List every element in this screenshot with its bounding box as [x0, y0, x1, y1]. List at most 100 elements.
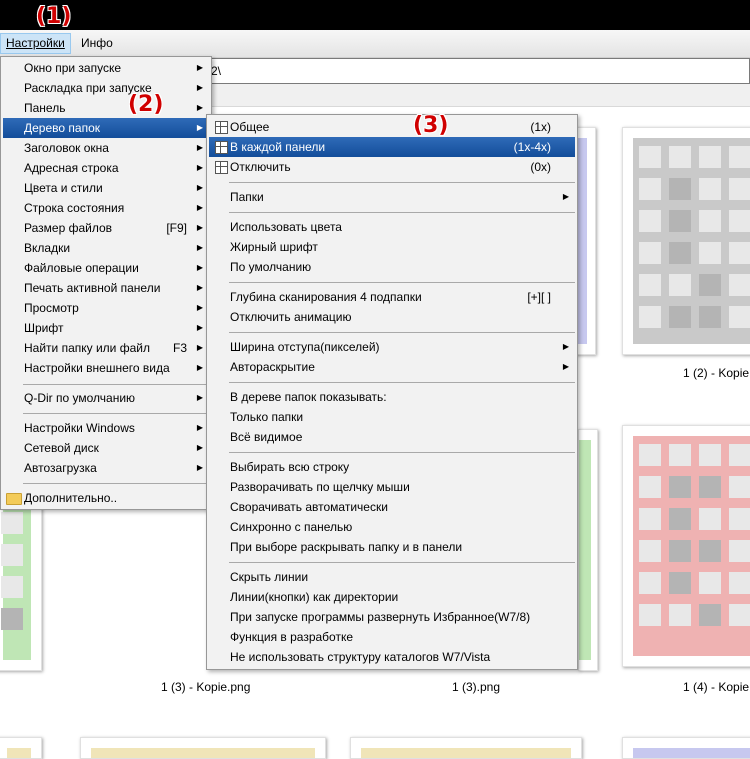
address-bar[interactable]: 2\: [190, 58, 750, 84]
settings-menu-item-3[interactable]: Дерево папок ▶: [3, 118, 209, 138]
caption-1-3-kopie: 1 (3) - Kopie.png: [161, 680, 251, 694]
menu-settings[interactable]: Настройки: [0, 33, 71, 54]
tree-menu-item-0[interactable]: Общее (1x): [209, 117, 575, 137]
thumbnail-grid-cell: [729, 178, 750, 200]
tree-menu-item-5[interactable]: Жирный шрифт: [209, 237, 575, 257]
menu-separator: [229, 282, 575, 283]
submenu-arrow-icon: ▶: [196, 303, 203, 312]
settings-menu-item-19[interactable]: Автозагрузка ▶: [3, 458, 209, 478]
settings-menu-item-12[interactable]: Просмотр ▶: [3, 298, 209, 318]
settings-menu-item-20[interactable]: Дополнительно..: [3, 488, 209, 508]
submenu-arrow-icon: ▶: [196, 443, 203, 452]
tree-menu-item-11[interactable]: В дереве папок показывать:: [209, 387, 575, 407]
menu-item-label: В дереве папок показывать:: [230, 390, 387, 404]
annotation-3: (3): [413, 113, 449, 138]
menu-item-shortcut: (1x): [530, 120, 551, 134]
settings-menu-item-16[interactable]: Q-Dir по умолчанию ▶: [3, 388, 209, 408]
settings-menu-item-14[interactable]: Найти папку или файл F3 ▶: [3, 338, 209, 358]
tree-menu-item-17[interactable]: Синхронно с панелью: [209, 517, 575, 537]
thumbnail-grid-cell: [729, 444, 750, 466]
thumbnail-1-2-kopie[interactable]: [622, 127, 750, 355]
thumbnail-grid-cell: [639, 476, 661, 498]
tree-menu-item-16[interactable]: Сворачивать автоматически: [209, 497, 575, 517]
thumbnail-grid-cell: [699, 210, 721, 232]
thumbnail-grid-cell: [639, 274, 661, 296]
thumbnail-green-right[interactable]: [578, 429, 598, 671]
submenu-arrow-icon: ▶: [196, 183, 203, 192]
tree-menu-item-15[interactable]: Разворачивать по щелчку мыши: [209, 477, 575, 497]
tree-menu-item-19[interactable]: Скрыть линии: [209, 567, 575, 587]
tree-menu-item-10[interactable]: Автораскрытие ▶: [209, 357, 575, 377]
tree-menu-item-12[interactable]: Только папки: [209, 407, 575, 427]
menu-item-label: Не использовать структуру каталогов W7/V…: [230, 650, 491, 664]
menu-item-label: Q-Dir по умолчанию: [24, 391, 136, 405]
thumbnail-grid-cell: [1, 576, 23, 598]
settings-menu-item-6[interactable]: Цвета и стили ▶: [3, 178, 209, 198]
settings-menu-item-4[interactable]: Заголовок окна ▶: [3, 138, 209, 158]
thumbnail-grid-cell: [729, 210, 750, 232]
thumbnail-grid-cell: [729, 572, 750, 594]
menu-item-label: Всё видимое: [230, 430, 303, 444]
caption-1-4-kopie: 1 (4) - Kopie: [683, 680, 750, 694]
settings-menu-item-13[interactable]: Шрифт ▶: [3, 318, 209, 338]
tree-menu-item-2[interactable]: Отключить (0x): [209, 157, 575, 177]
thumbnail-bottom-3[interactable]: [350, 737, 582, 759]
folder-tree-submenu: Общее (1x) В каждой панели (1x-4x) Отключить…: [206, 114, 578, 670]
menu-separator: [229, 562, 575, 563]
menu-item-label: По умолчанию: [230, 260, 312, 274]
thumbnail-bottom-4[interactable]: [622, 737, 750, 759]
settings-menu-item-5[interactable]: Адресная строка ▶: [3, 158, 209, 178]
thumbnail-grid-cell: [639, 604, 661, 626]
menu-info[interactable]: Инфо: [76, 34, 118, 53]
submenu-arrow-icon: ▶: [196, 103, 203, 112]
submenu-arrow-icon: ▶: [196, 243, 203, 252]
tree-menu-item-7[interactable]: Глубина сканирования 4 подпапки [+][ ]: [209, 287, 575, 307]
tree-menu-item-8[interactable]: Отключить анимацию: [209, 307, 575, 327]
settings-menu-item-17[interactable]: Настройки Windows ▶: [3, 418, 209, 438]
tree-menu-item-21[interactable]: При запуске программы развернуть Избранн…: [209, 607, 575, 627]
submenu-arrow-icon: ▶: [196, 283, 203, 292]
tree-menu-item-13[interactable]: Всё видимое: [209, 427, 575, 447]
tree-menu-item-1[interactable]: В каждой панели (1x-4x): [209, 137, 575, 157]
settings-menu-item-11[interactable]: Печать активной панели ▶: [3, 278, 209, 298]
annotation-2: (2): [128, 92, 164, 117]
settings-menu-item-10[interactable]: Файловые операции ▶: [3, 258, 209, 278]
grid-icon: [215, 121, 228, 134]
tree-menu-item-14[interactable]: Выбирать всю строку: [209, 457, 575, 477]
tree-menu-item-3[interactable]: Папки ▶: [209, 187, 575, 207]
submenu-arrow-icon: ▶: [562, 192, 569, 201]
settings-menu-item-0[interactable]: Окно при запуске ▶: [3, 58, 209, 78]
menu-item-label: Адресная строка: [24, 161, 119, 175]
folder-icon: [6, 493, 22, 505]
tree-menu-item-22[interactable]: Функция в разработке: [209, 627, 575, 647]
menu-item-label: Настройки Windows: [24, 421, 135, 435]
menu-item-label: Автораскрытие: [230, 360, 315, 374]
menu-item-label: Глубина сканирования 4 подпапки: [230, 290, 422, 304]
tree-menu-item-20[interactable]: Линии(кнопки) как директории: [209, 587, 575, 607]
thumbnail-bottom-2[interactable]: [80, 737, 326, 759]
tree-menu-item-18[interactable]: При выборе раскрывать папку и в панели: [209, 537, 575, 557]
thumbnail-grid-cell: [669, 508, 691, 530]
thumbnail-1-4-kopie[interactable]: [622, 425, 750, 667]
settings-menu-item-9[interactable]: Вкладки ▶: [3, 238, 209, 258]
menu-separator: [229, 452, 575, 453]
settings-menu-item-15[interactable]: Настройки внешнего вида ▶: [3, 358, 209, 378]
submenu-arrow-icon: ▶: [196, 393, 203, 402]
thumbnail-grid-cell: [729, 540, 750, 562]
settings-menu-item-2[interactable]: Панель ▶: [3, 98, 209, 118]
settings-menu-item-1[interactable]: Раскладка при запуске ▶: [3, 78, 209, 98]
menu-item-label: Дерево папок: [24, 121, 100, 135]
menu-separator: [229, 212, 575, 213]
tree-menu-item-23[interactable]: Не использовать структуру каталогов W7/V…: [209, 647, 575, 667]
tree-menu-item-9[interactable]: Ширина отступа(пикселей) ▶: [209, 337, 575, 357]
settings-menu-item-18[interactable]: Сетевой диск ▶: [3, 438, 209, 458]
tree-menu-item-4[interactable]: Использовать цвета: [209, 217, 575, 237]
tree-menu-item-6[interactable]: По умолчанию: [209, 257, 575, 277]
settings-menu-item-8[interactable]: Размер файлов [F9] ▶: [3, 218, 209, 238]
menu-item-label: Использовать цвета: [230, 220, 342, 234]
menu-item-label: Просмотр: [24, 301, 79, 315]
thumbnail-bottom-1[interactable]: [0, 737, 42, 759]
thumbnail-grid-cell: [729, 274, 750, 296]
settings-menu-item-7[interactable]: Строка состояния ▶: [3, 198, 209, 218]
thumbnail-grid-cell: [729, 242, 750, 264]
